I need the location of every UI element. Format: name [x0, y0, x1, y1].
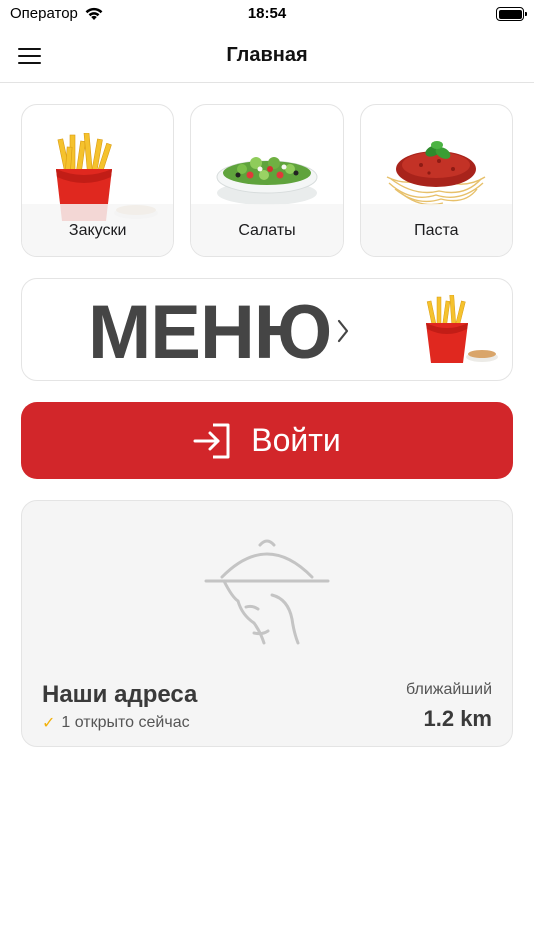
nearest-label: ближайший	[406, 681, 492, 698]
hamburger-line	[18, 48, 41, 50]
status-bar: Оператор 18:54	[0, 0, 534, 30]
category-card-pasta[interactable]: Паста	[359, 104, 513, 257]
menu-banner[interactable]: МЕНЮ	[21, 278, 513, 381]
pasta-icon	[386, 141, 486, 206]
login-button[interactable]: Войти	[21, 402, 513, 479]
salad-icon	[216, 157, 318, 205]
nearest-distance: 1.2 km	[423, 706, 493, 731]
page-title: Главная	[226, 44, 308, 66]
category-list: Закуски Салаты Паста	[21, 104, 513, 257]
login-arrow-icon	[193, 423, 230, 458]
status-time: 18:54	[247, 5, 287, 22]
open-count: 1 открыто сейчас	[61, 714, 190, 731]
menu-title: МЕНЮ	[88, 290, 332, 375]
category-card-snacks[interactable]: Закуски	[21, 104, 175, 257]
addresses-status: ✓ 1 открыто сейчас	[42, 713, 190, 733]
check-icon: ✓	[42, 715, 56, 732]
chef-cloche-icon	[204, 539, 330, 645]
fries-icon	[426, 295, 498, 363]
addresses-title: Наши адреса	[42, 681, 198, 708]
hamburger-line	[18, 55, 41, 57]
category-label: Салаты	[238, 222, 296, 239]
login-label: Войти	[251, 422, 341, 458]
battery-icon	[496, 7, 527, 21]
hamburger-menu-button[interactable]	[18, 42, 46, 70]
chevron-right-icon	[337, 319, 349, 343]
addresses-card[interactable]: Наши адреса ✓ 1 открыто сейчас ближайший…	[21, 500, 513, 747]
category-label: Паста	[414, 222, 459, 239]
category-label: Закуски	[68, 222, 127, 239]
hamburger-line	[18, 62, 41, 64]
category-card-salads[interactable]: Салаты	[190, 104, 344, 257]
navigation-bar: Главная	[0, 30, 534, 83]
